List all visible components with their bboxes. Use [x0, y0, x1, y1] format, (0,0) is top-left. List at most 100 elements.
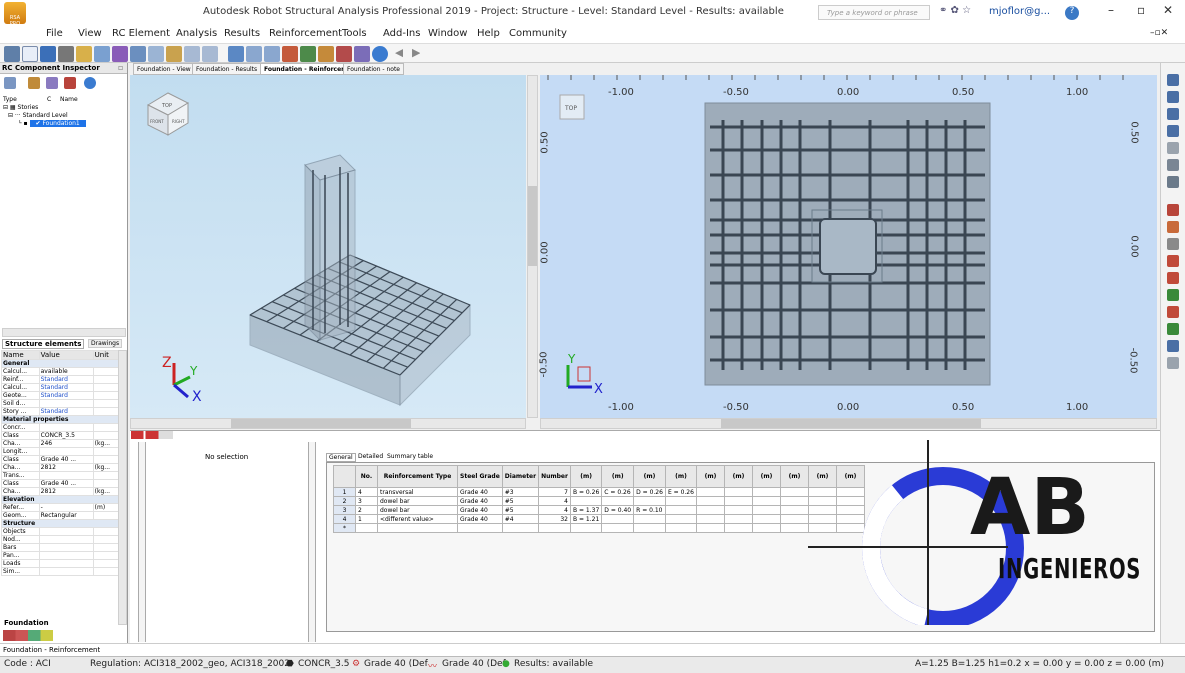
print-icon[interactable] — [58, 46, 74, 62]
gear-icon[interactable] — [336, 46, 352, 62]
zoom-icon[interactable] — [246, 46, 262, 62]
section-tool-icon[interactable] — [1167, 306, 1179, 318]
menu-rc-element[interactable]: RC Element — [112, 28, 170, 39]
table-cell[interactable] — [751, 514, 781, 524]
col-header[interactable]: (m) — [569, 465, 603, 488]
table-cell[interactable]: 4 — [355, 487, 378, 497]
table-cell[interactable] — [601, 514, 635, 524]
table-cell[interactable] — [751, 505, 781, 515]
inspector-hscroll[interactable] — [2, 328, 126, 337]
table-cell[interactable] — [695, 505, 725, 515]
menu-add-ins[interactable]: Add-Ins — [383, 28, 420, 39]
calc-icon[interactable] — [112, 46, 128, 62]
prop-value[interactable]: 246 — [38, 439, 94, 448]
prop-value[interactable]: - — [38, 503, 94, 512]
next-arrow-icon[interactable]: ▶ — [412, 46, 420, 59]
table-cell[interactable] — [779, 505, 809, 515]
table-row[interactable]: 1 4 transversal Grade 40 #3 7 B = 0.26 C = 0.26… — [333, 487, 865, 497]
table-tool-icon[interactable] — [1167, 323, 1179, 335]
props-row[interactable]: Bars — [1, 543, 120, 552]
table-cell[interactable]: 3 — [355, 496, 378, 506]
table-cell[interactable] — [723, 523, 753, 533]
layout-icon[interactable] — [4, 46, 20, 62]
symbol-tool-icon[interactable] — [1167, 255, 1179, 267]
props-row[interactable]: Cha... 2812 (kg... — [1, 487, 120, 496]
table-cell[interactable] — [779, 514, 809, 524]
props-row[interactable]: Class Grade 40 ... — [1, 479, 120, 488]
props-row[interactable]: Structure — [1, 519, 119, 528]
props-row[interactable]: Geom... Rectangular — [1, 511, 120, 520]
tree-stories[interactable]: ⊟ ▦ Stories — [3, 104, 38, 111]
menu-results[interactable]: Results — [224, 28, 260, 39]
table-row[interactable]: * — [333, 523, 865, 533]
table-cell[interactable]: <different value> — [377, 514, 458, 524]
paste-icon[interactable] — [166, 46, 182, 62]
table-cell[interactable] — [695, 523, 725, 533]
props-row[interactable]: Sim... — [1, 567, 120, 576]
props-header[interactable]: Name — [1, 350, 40, 360]
tools-icon[interactable] — [318, 46, 334, 62]
prop-value[interactable]: Standard — [38, 407, 94, 416]
props-row[interactable]: Objects — [1, 527, 120, 536]
col-header[interactable]: (m) — [695, 465, 725, 488]
table-cell[interactable] — [633, 514, 666, 524]
table-cell[interactable]: 1 — [355, 514, 378, 524]
bottom-tab[interactable]: Foundation - Reinforcement — [3, 646, 100, 654]
prop-value[interactable] — [38, 543, 94, 552]
view-mode-icons[interactable] — [131, 431, 173, 439]
table-cell[interactable]: 7 — [538, 487, 571, 497]
window-controls-icon[interactable]: –▫✕ — [1150, 28, 1168, 38]
col-header[interactable]: (m) — [723, 465, 753, 488]
rebar-tool-5-icon[interactable] — [1167, 142, 1179, 154]
col-header[interactable]: (m) — [779, 465, 809, 488]
tab-foundation[interactable]: Foundation — [4, 619, 49, 627]
component-icon[interactable] — [4, 77, 16, 89]
table-cell[interactable] — [633, 523, 666, 533]
table-cell[interactable] — [723, 496, 753, 506]
menu-tools[interactable]: Tools — [342, 28, 367, 39]
table-cell[interactable] — [664, 496, 697, 506]
table-tab-detailed[interactable]: Detailed — [356, 453, 385, 460]
props-row[interactable]: Cha... 2812 (kg... — [1, 463, 120, 472]
menu-help[interactable]: Help — [477, 28, 500, 39]
menu-analysis[interactable]: Analysis — [176, 28, 217, 39]
prop-value[interactable] — [38, 527, 94, 536]
table-cell[interactable]: 3 — [333, 505, 356, 515]
table-cell[interactable]: B = 0.26 — [569, 487, 603, 497]
table-cell[interactable] — [569, 496, 603, 506]
table-cell[interactable]: Grade 40 — [457, 505, 503, 515]
view-cube[interactable]: TOP FRONT RIGHT — [146, 92, 190, 136]
col-header[interactable]: Diameter — [501, 465, 540, 488]
view-3d[interactable]: Z YX TOP FRONT RIGHT — [130, 75, 526, 418]
new-file-icon[interactable] — [22, 46, 38, 62]
table-cell[interactable]: #5 — [501, 496, 540, 506]
tab-structure-elements[interactable]: Structure elements — [2, 339, 85, 349]
table-cell[interactable]: D = 0.26 — [633, 487, 666, 497]
prop-value[interactable] — [38, 423, 94, 432]
table-cell[interactable] — [695, 496, 725, 506]
table-cell[interactable] — [695, 487, 725, 497]
view3d-vscroll[interactable] — [527, 75, 538, 418]
props-row[interactable]: Story ... Standard — [1, 407, 120, 416]
props-row[interactable]: Calcul... Standard — [1, 383, 120, 392]
table-cell[interactable]: R = 0.10 — [633, 505, 666, 515]
grid-tool-icon[interactable] — [1167, 204, 1179, 216]
props-row[interactable]: Trans... — [1, 471, 120, 480]
props-row[interactable]: Pan... — [1, 551, 120, 560]
rebar-tool-1-icon[interactable] — [1167, 74, 1179, 86]
view-2d-top[interactable]: YX TOP -1.00 -0.50 0.00 0.50 1.00 -1.00 … — [538, 75, 1157, 418]
close-button[interactable]: ✕ — [1163, 3, 1173, 17]
col-header[interactable]: Number — [538, 465, 571, 488]
table-cell[interactable]: #5 — [501, 505, 540, 515]
prop-value[interactable] — [38, 559, 94, 568]
add-element-icon[interactable] — [28, 77, 40, 89]
table-cell[interactable]: 4 — [538, 505, 571, 515]
props-header[interactable]: Unit — [92, 350, 120, 360]
help-circle-icon[interactable] — [372, 46, 388, 62]
rebar-tool-4-icon[interactable] — [1167, 125, 1179, 137]
props-row[interactable]: Loads — [1, 559, 120, 568]
table-cell[interactable]: * — [333, 523, 356, 533]
col-header[interactable]: (m) — [601, 465, 635, 488]
table-cell[interactable]: 4 — [538, 496, 571, 506]
props-row[interactable]: Material properties — [1, 415, 119, 424]
